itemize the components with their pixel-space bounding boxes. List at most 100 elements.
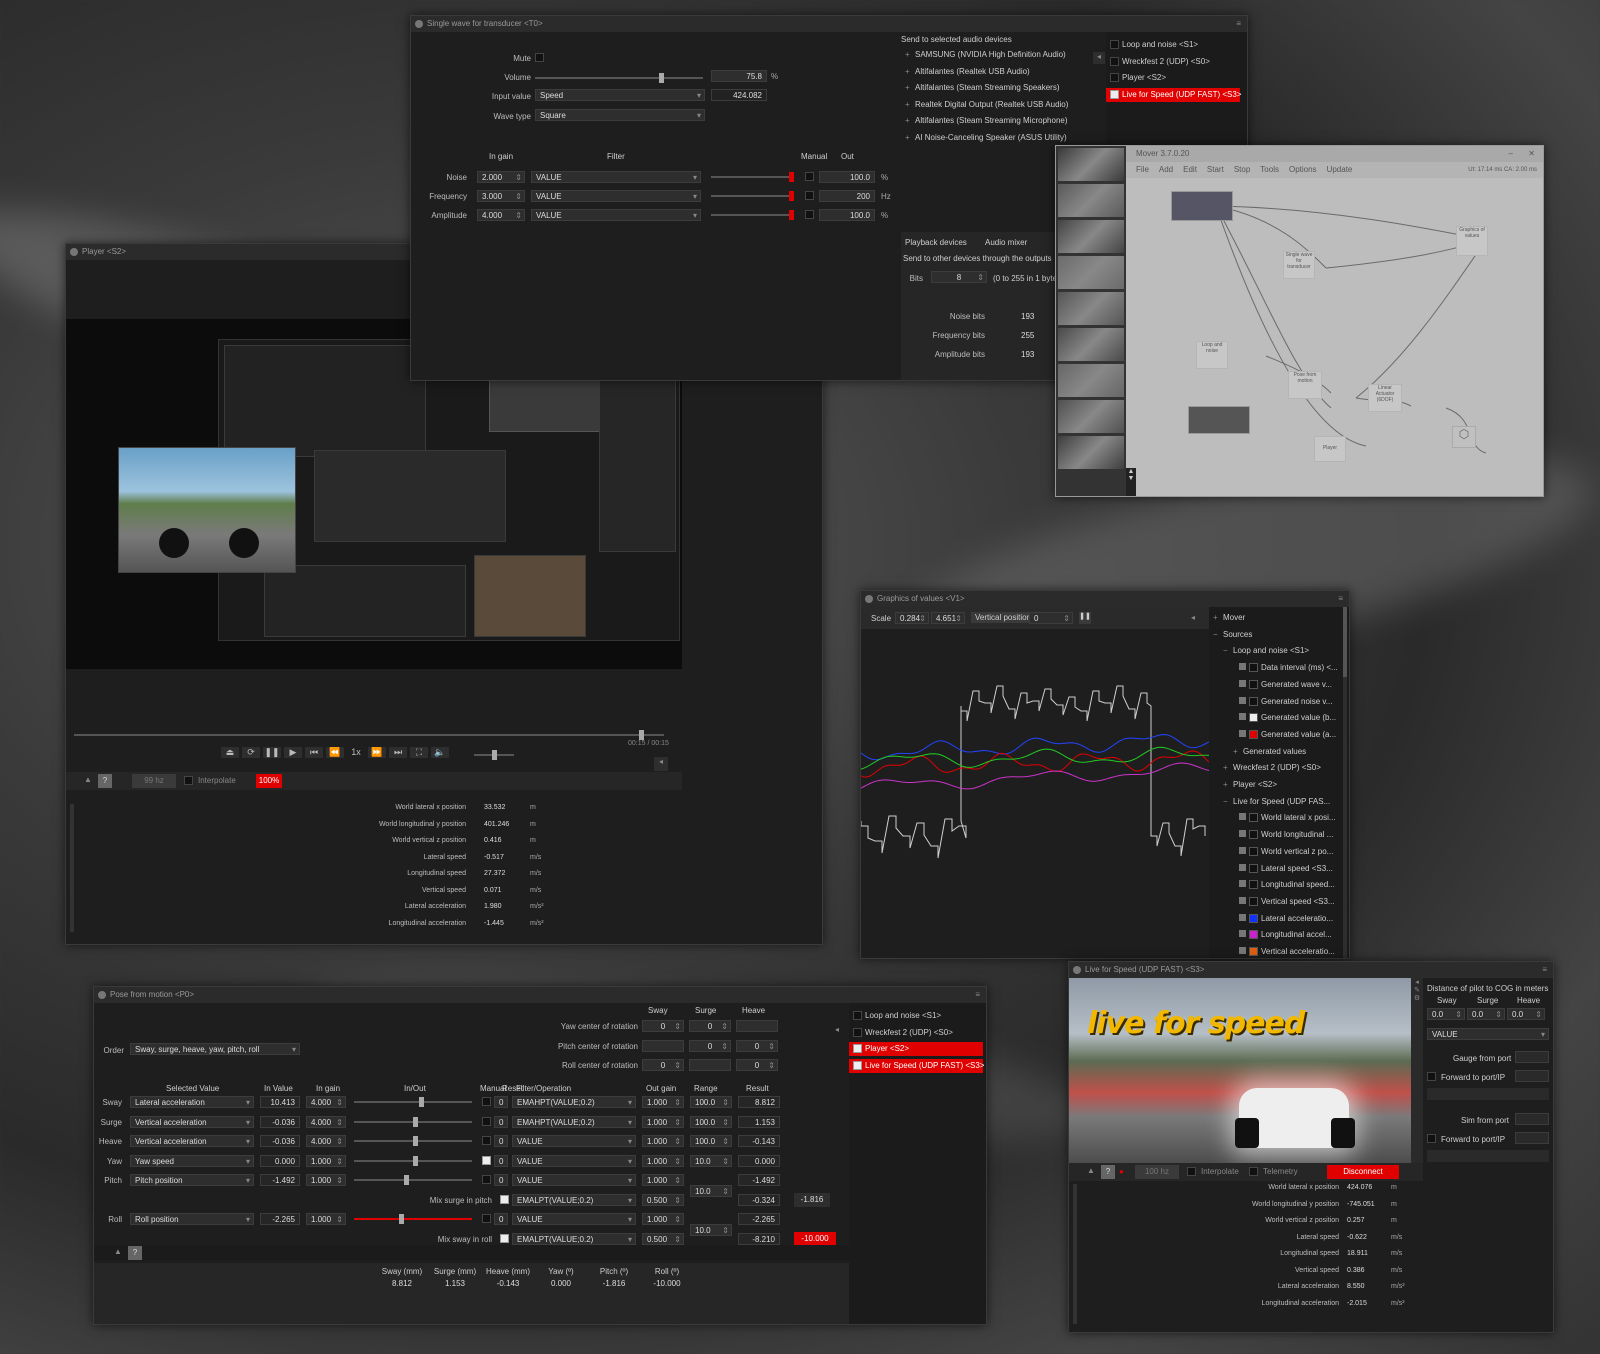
filter-dropdown[interactable]: EMAHPT(VALUE;0.2): [512, 1115, 636, 1128]
in-gain-input[interactable]: 4.000: [306, 1135, 346, 1148]
filter-dropdown[interactable]: VALUE: [531, 209, 701, 221]
wave-type-dropdown[interactable]: Square: [535, 109, 705, 121]
sim-port-input[interactable]: [1515, 1113, 1549, 1125]
tree-checkbox[interactable]: [1239, 947, 1246, 954]
menu-item-edit[interactable]: Edit: [1183, 165, 1197, 174]
source-checkbox[interactable]: [853, 1027, 862, 1037]
in-out-knob[interactable]: [413, 1116, 418, 1127]
series-color-swatch[interactable]: [1249, 713, 1258, 723]
tree-checkbox[interactable]: [1239, 930, 1246, 938]
out-gain-input[interactable]: 1.000: [642, 1135, 684, 1148]
skip-end-icon[interactable]: ⏭: [389, 747, 407, 758]
source-item[interactable]: Loop and noise <S1>: [1106, 38, 1240, 52]
audio-device-item[interactable]: Altifalantes (Steam Streaming Microphone…: [915, 116, 1068, 125]
out-knob[interactable]: [789, 172, 794, 182]
menu-item-add[interactable]: Add: [1159, 165, 1173, 174]
selected-value-dropdown[interactable]: Pitch position: [130, 1174, 254, 1186]
tree-node[interactable]: Wreckfest 2 (UDP) <S0>: [1233, 763, 1321, 772]
center-input[interactable]: 0: [689, 1039, 731, 1053]
collapse-arrow-icon[interactable]: ◂: [835, 1025, 839, 1034]
series-color-swatch[interactable]: [1249, 930, 1258, 940]
selected-value-dropdown[interactable]: Roll position: [130, 1213, 254, 1225]
series-color-swatch[interactable]: [1249, 729, 1258, 739]
source-checkbox[interactable]: [853, 1060, 862, 1070]
source-checkbox[interactable]: [1110, 89, 1119, 99]
manual-checkbox[interactable]: [482, 1155, 491, 1165]
game-thumbnail[interactable]: [1058, 328, 1124, 361]
tree-checkbox[interactable]: [1239, 713, 1246, 721]
in-gain-input[interactable]: 1.000: [306, 1213, 346, 1226]
out-input[interactable]: 200: [819, 190, 875, 202]
tree-checkbox[interactable]: [1239, 863, 1246, 871]
seek-knob[interactable]: [639, 730, 644, 740]
in-out-slider[interactable]: [354, 1214, 472, 1224]
filter-dropdown[interactable]: VALUE: [531, 171, 701, 183]
out-slider[interactable]: [711, 210, 794, 220]
order-dropdown[interactable]: Sway, surge, heave, yaw, pitch, roll: [130, 1043, 300, 1055]
telemetry-checkbox[interactable]: [1249, 1167, 1258, 1176]
selected-value-dropdown[interactable]: Yaw speed: [130, 1154, 254, 1167]
node-loop-noise[interactable]: Loop and noise: [1196, 341, 1228, 369]
series-color-swatch[interactable]: [1249, 947, 1258, 956]
volume-knob[interactable]: [659, 73, 665, 83]
forward-port-input[interactable]: [1515, 1070, 1549, 1082]
out-gain-input[interactable]: 1.000: [642, 1174, 684, 1187]
scale-max-input[interactable]: 4.651: [931, 612, 965, 625]
source-checkbox[interactable]: [1110, 56, 1119, 66]
reset-button[interactable]: 0: [494, 1115, 508, 1128]
menu-icon[interactable]: ≡: [975, 987, 980, 1003]
audio-device-item[interactable]: Realtek Digital Output (Realtek USB Audi…: [915, 100, 1068, 109]
source-item[interactable]: Live for Speed (UDP FAST) <S3>: [1106, 87, 1241, 102]
close-icon[interactable]: ✕: [1528, 146, 1535, 162]
interpolate-checkbox[interactable]: [1187, 1167, 1196, 1176]
mover-titlebar[interactable]: Mover 3.7.0.20 – ✕: [1126, 146, 1543, 162]
game-thumbnail[interactable]: [1058, 148, 1124, 181]
center-input[interactable]: [642, 1039, 684, 1052]
range-input[interactable]: 100.0: [690, 1115, 732, 1129]
forward2-port-input[interactable]: [1515, 1132, 1549, 1144]
in-out-knob[interactable]: [398, 1214, 404, 1224]
menu-item-stop[interactable]: Stop: [1234, 165, 1250, 174]
out-slider[interactable]: [711, 191, 794, 201]
node-graphics-values[interactable]: Graphics of values: [1456, 226, 1488, 256]
tab-playback-devices[interactable]: Playback devices: [905, 238, 967, 247]
gauge-port-input[interactable]: [1515, 1051, 1549, 1063]
tree-leaf[interactable]: Vertical acceleratio...: [1261, 947, 1335, 956]
out-knob[interactable]: [789, 191, 794, 201]
in-gain-input[interactable]: 1.000: [306, 1174, 346, 1187]
range-input[interactable]: 100.0: [690, 1096, 732, 1109]
series-color-swatch[interactable]: [1249, 913, 1258, 923]
open-icon[interactable]: ⏏: [221, 747, 239, 758]
reset-button[interactable]: 0: [494, 1154, 508, 1167]
expand-up-icon[interactable]: ▲: [1087, 1166, 1095, 1175]
range-input[interactable]: 10.0: [690, 1223, 732, 1237]
disconnect-button[interactable]: Disconnect: [1327, 1165, 1399, 1179]
filter-dropdown[interactable]: VALUE: [512, 1174, 636, 1186]
collapse-arrow-icon[interactable]: ◂: [1093, 52, 1105, 64]
in-out-slider[interactable]: [354, 1136, 472, 1146]
volume-knob[interactable]: [492, 750, 497, 760]
tree-leaf[interactable]: World vertical z po...: [1261, 847, 1333, 856]
game-thumbnail[interactable]: [1058, 256, 1124, 289]
lfs-source-node[interactable]: [1171, 191, 1233, 221]
node-linear-actuator[interactable]: Linear Actuator (6DOF): [1368, 384, 1402, 412]
out-gain-input[interactable]: 1.000: [642, 1115, 684, 1129]
tree-toggle-icon[interactable]: −: [1223, 646, 1228, 655]
expand-plus-icon[interactable]: +: [905, 50, 910, 59]
center-input[interactable]: 0: [736, 1039, 778, 1053]
scroll-thumb[interactable]: [1343, 607, 1347, 677]
tree-checkbox[interactable]: [1239, 846, 1246, 854]
filter-dropdown[interactable]: VALUE: [512, 1213, 636, 1225]
tree-checkbox[interactable]: [1239, 913, 1246, 921]
tree-node[interactable]: Sources: [1223, 630, 1252, 639]
range-input[interactable]: 10.0: [690, 1154, 732, 1168]
graph-titlebar[interactable]: Graphics of values <V1> ≡: [861, 591, 1349, 607]
volume-icon[interactable]: 🔈: [431, 747, 449, 758]
source-checkbox[interactable]: [853, 1044, 862, 1053]
node-player[interactable]: Player: [1314, 436, 1346, 462]
scrollbar[interactable]: [1073, 1184, 1077, 1324]
source-item[interactable]: Loop and noise <S1>: [849, 1009, 983, 1023]
play-icon[interactable]: ▶: [284, 747, 302, 758]
game-thumbnail[interactable]: [1058, 436, 1124, 469]
mix-checkbox[interactable]: [500, 1194, 509, 1204]
